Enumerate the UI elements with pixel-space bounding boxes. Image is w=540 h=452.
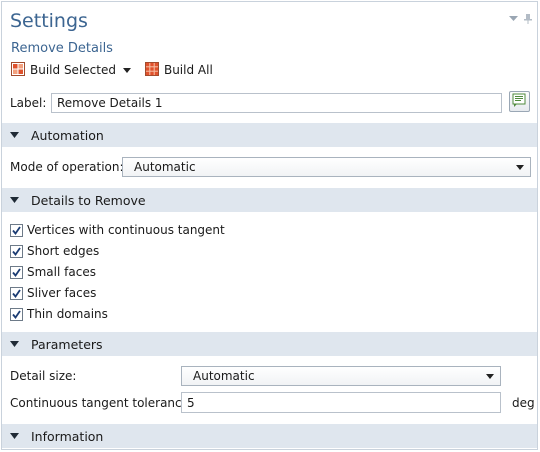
checkbox-row-vertices: Vertices with continuous tangent <box>10 222 225 238</box>
detail-size-select[interactable]: Automatic <box>181 366 501 386</box>
pin-icon[interactable] <box>524 14 532 24</box>
build-selected-label: Build Selected <box>30 63 116 77</box>
checkbox-row-small-faces: Small faces <box>10 264 96 280</box>
collapse-caret-icon <box>10 132 20 138</box>
small-faces-label: Small faces <box>27 265 96 279</box>
build-selected-button[interactable]: Build Selected <box>11 61 116 79</box>
short-edges-checkbox[interactable] <box>10 244 23 258</box>
build-selected-icon <box>11 61 25 79</box>
vertices-label: Vertices with continuous tangent <box>27 223 225 237</box>
dropdown-arrow-icon <box>486 373 494 379</box>
collapse-caret-icon <box>10 433 20 439</box>
thin-domains-label: Thin domains <box>27 307 108 321</box>
section-automation-title: Automation <box>31 127 104 143</box>
tangent-tolerance-unit: deg <box>512 396 535 410</box>
thin-domains-checkbox[interactable] <box>10 307 23 321</box>
detail-size-label: Detail size: <box>10 369 77 383</box>
node-name: Remove Details <box>11 41 113 56</box>
build-all-button[interactable]: Build All <box>144 61 213 79</box>
tangent-tolerance-label: Continuous tangent tolerance: <box>10 396 194 410</box>
collapse-caret-icon <box>10 341 20 347</box>
sliver-faces-checkbox[interactable] <box>10 286 23 300</box>
build-all-icon <box>144 61 159 79</box>
label-input[interactable] <box>51 93 502 113</box>
checkbox-row-short-edges: Short edges <box>10 243 99 259</box>
vertices-checkbox[interactable] <box>10 223 23 237</box>
view-menu-icon[interactable] <box>509 16 518 22</box>
toolbar: Build Selected Build All <box>11 61 213 79</box>
build-all-label: Build All <box>163 63 213 77</box>
small-faces-checkbox[interactable] <box>10 265 23 279</box>
short-edges-label: Short edges <box>27 244 100 258</box>
collapse-caret-icon <box>10 197 20 203</box>
title-controls <box>509 14 532 24</box>
dropdown-arrow-icon <box>516 164 524 170</box>
checkbox-row-sliver-faces: Sliver faces <box>10 285 96 301</box>
notes-icon <box>512 93 527 110</box>
mode-of-operation-label: Mode of operation: <box>10 160 124 174</box>
section-information-header[interactable]: Information <box>2 424 537 448</box>
label-row: Label: <box>10 92 532 114</box>
section-details-header[interactable]: Details to Remove <box>2 188 537 212</box>
section-information-title: Information <box>31 428 104 444</box>
panel-title: Settings <box>10 10 88 32</box>
section-details-title: Details to Remove <box>31 192 146 208</box>
tangent-tolerance-input[interactable] <box>181 392 501 413</box>
mode-of-operation-select[interactable]: Automatic <box>122 157 531 177</box>
section-parameters-header[interactable]: Parameters <box>2 332 537 356</box>
sliver-faces-label: Sliver faces <box>27 286 97 300</box>
build-selected-dropdown-icon[interactable] <box>122 67 131 73</box>
section-parameters-title: Parameters <box>31 336 103 352</box>
detail-size-value: Automatic <box>193 369 255 383</box>
notes-button[interactable] <box>509 91 530 112</box>
checkbox-row-thin-domains: Thin domains <box>10 306 108 322</box>
section-automation-header[interactable]: Automation <box>2 123 537 147</box>
mode-of-operation-value: Automatic <box>134 160 196 174</box>
label-field-label: Label: <box>10 96 47 110</box>
